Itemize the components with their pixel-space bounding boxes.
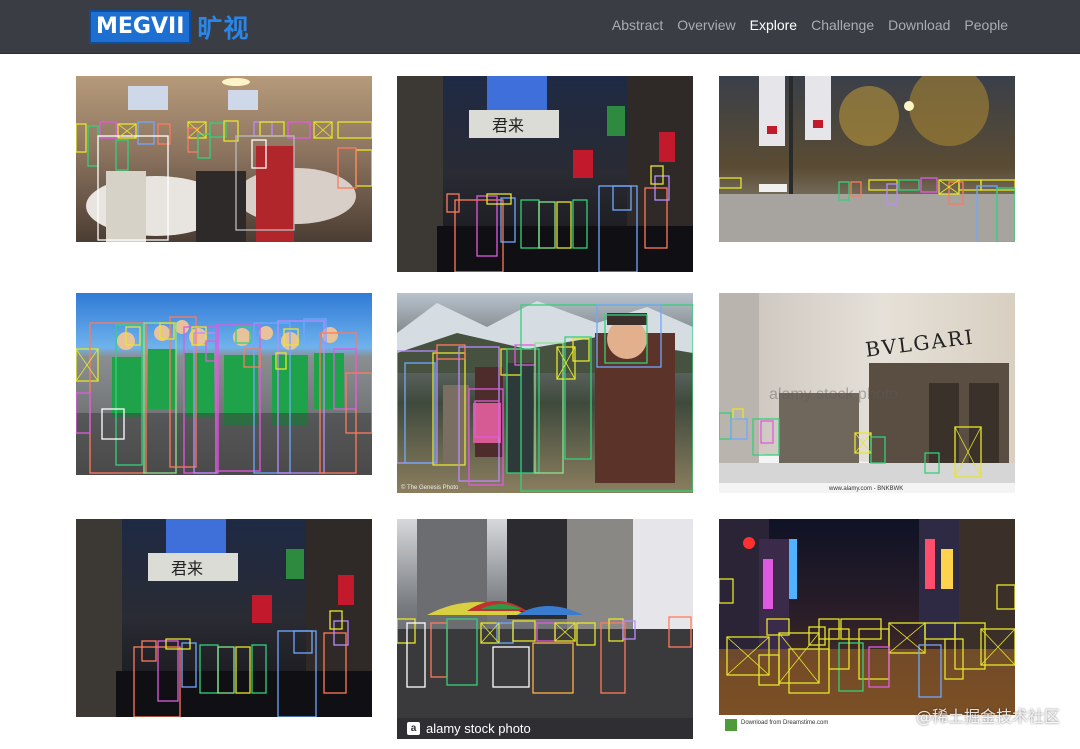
- dreamstime-credit: Download from Dreamstime.com: [741, 720, 828, 726]
- alamy-small-text: www.alamy.com - BNKBWK: [828, 486, 903, 492]
- gallery-image-boulevard[interactable]: [719, 76, 1015, 242]
- gallery-image-night-street-2[interactable]: 君来: [76, 519, 372, 717]
- alamy-stock-bar: a alamy stock photo: [397, 718, 693, 739]
- gallery-image-banquet[interactable]: [76, 76, 372, 242]
- main-nav: Abstract Overview Explore Challenge Down…: [598, 17, 1008, 33]
- nav-overview[interactable]: Overview: [677, 17, 735, 33]
- gallery-image-group[interactable]: [76, 293, 372, 475]
- nav-download[interactable]: Download: [888, 17, 950, 33]
- nav-challenge[interactable]: Challenge: [811, 17, 874, 33]
- gallery-image-mountain-group[interactable]: © The Genesis Photo: [397, 293, 693, 493]
- logo-chinese: 旷视: [197, 13, 250, 43]
- shop-sign-text-2: 君来: [171, 559, 203, 578]
- nav-people[interactable]: People: [964, 17, 1008, 33]
- gallery-image-night-street[interactable]: 君来: [397, 76, 693, 272]
- top-navbar: MEGVII 旷视 Abstract Overview Explore Chal…: [0, 0, 1080, 54]
- alamy-watermark-text: alamy stock photo: [769, 386, 898, 403]
- alamy-bar-text: alamy stock photo: [426, 721, 531, 736]
- juejin-watermark: @稀土掘金技术社区: [915, 707, 1060, 726]
- shop-sign-text: 君来: [492, 116, 524, 135]
- logo-wordmark: MEGVII: [89, 9, 192, 44]
- nav-abstract[interactable]: Abstract: [612, 17, 663, 33]
- gallery-image-bulgari[interactable]: BVLGARI alamy stock photo www.alamy.com …: [719, 293, 1015, 493]
- alamy-logo-icon: a: [407, 722, 420, 735]
- genesis-credit: © The Genesis Photo: [401, 484, 459, 491]
- gallery-image-market[interactable]: a alamy stock photo: [397, 519, 693, 739]
- nav-explore[interactable]: Explore: [750, 17, 797, 33]
- megvii-logo[interactable]: MEGVII 旷视: [89, 9, 250, 44]
